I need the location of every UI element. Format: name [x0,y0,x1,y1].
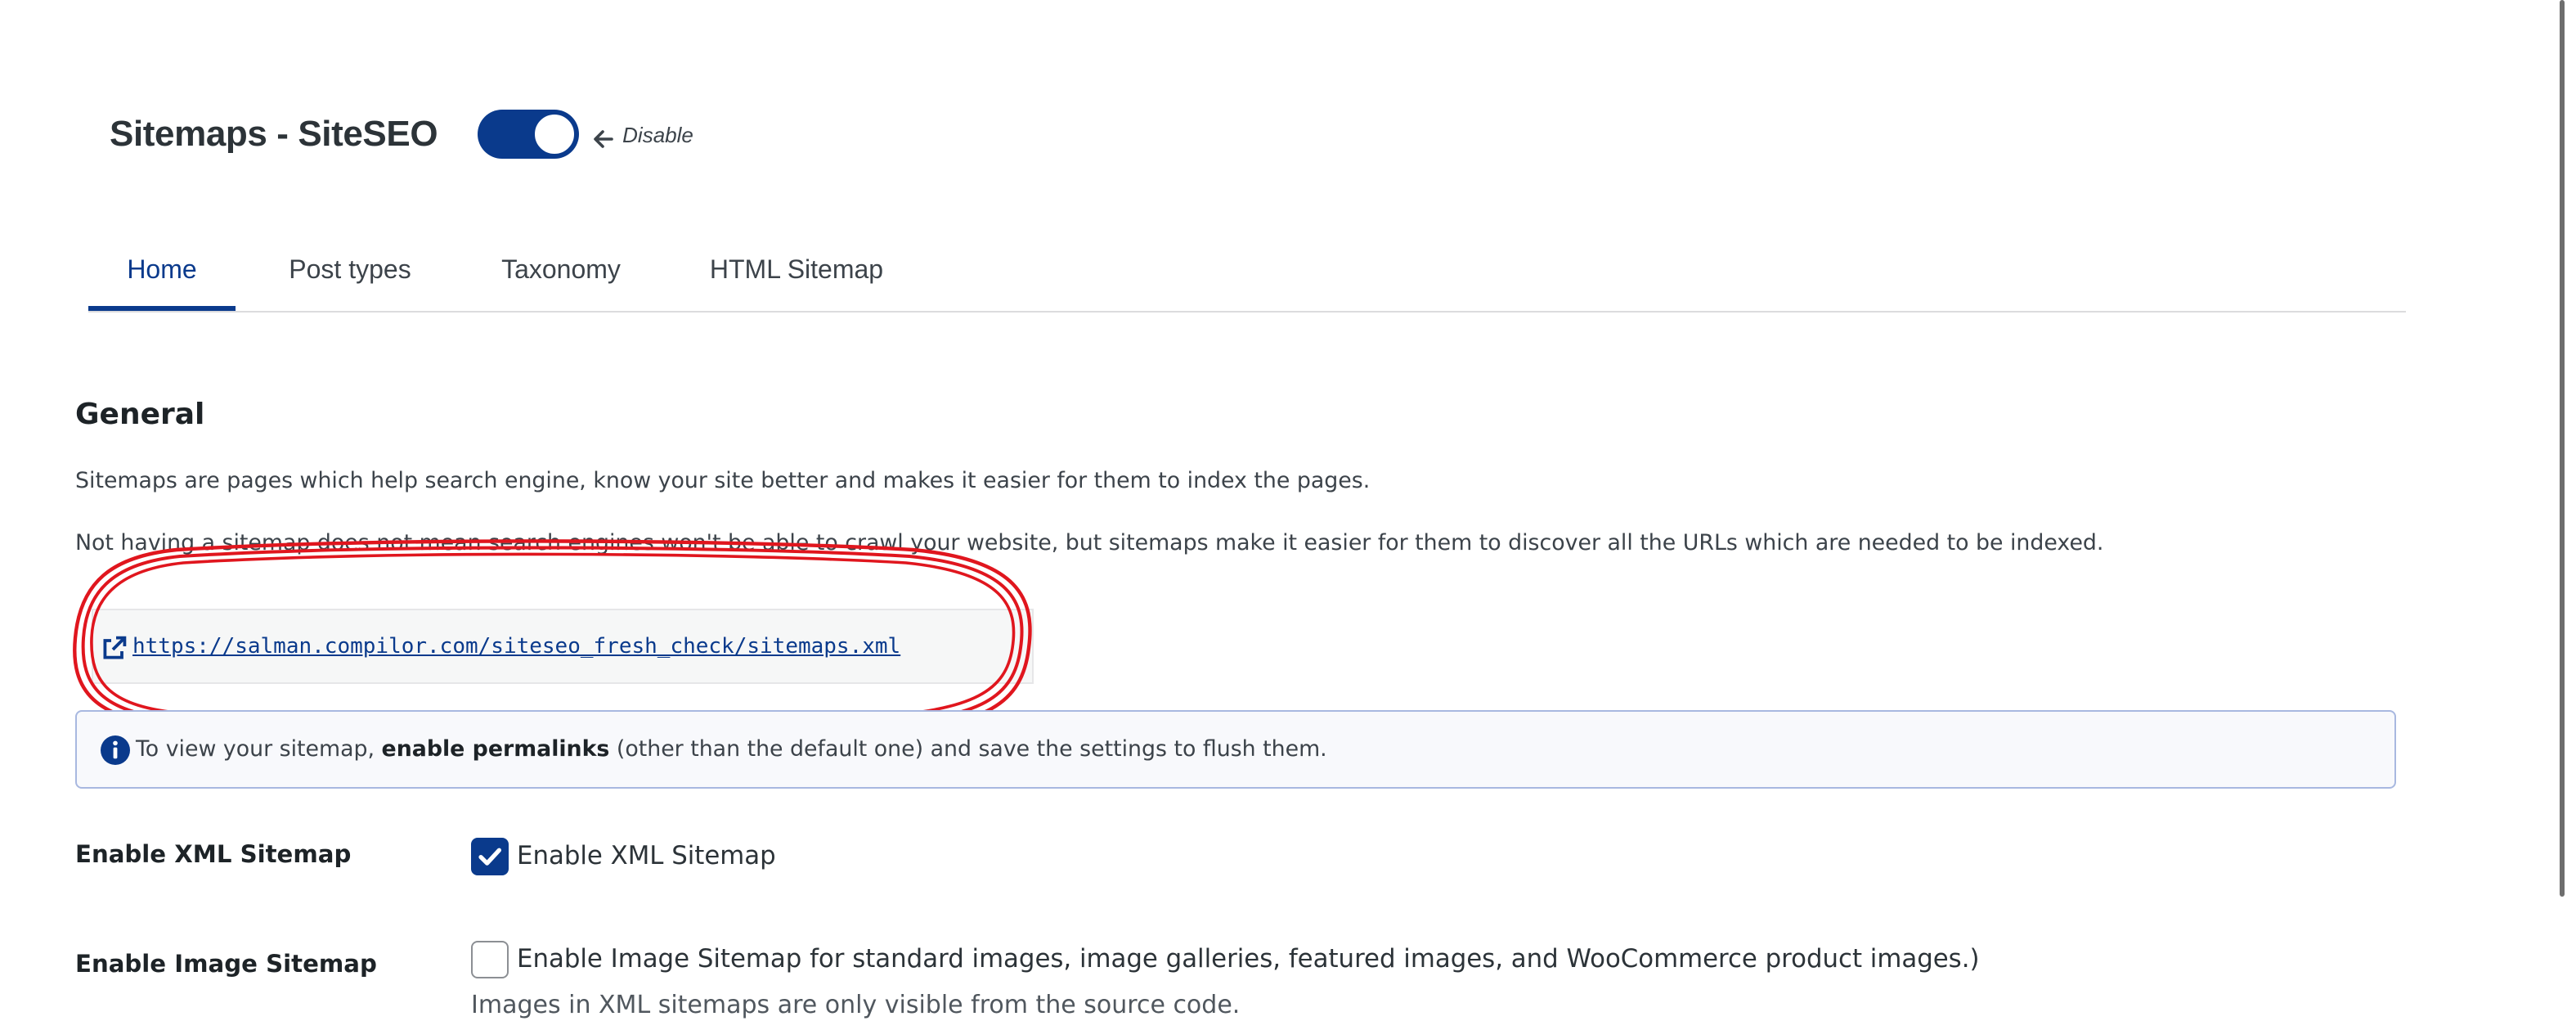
image-sitemap-checkbox-label[interactable]: Enable Image Sitemap for standard images… [517,944,1980,974]
tab-post-types[interactable]: Post types [236,232,464,311]
page-header: Sitemaps - SiteSEO Disable [110,105,693,164]
notice-text-after: (other than the default one) and save th… [609,737,1327,762]
tab-html-sitemap[interactable]: HTML Sitemap [657,232,936,311]
sitemaps-settings-page: Sitemaps - SiteSEO Disable Home Post typ… [0,0,2576,1021]
permalinks-notice: To view your sitemap, enable permalinks … [75,710,2396,789]
tab-home[interactable]: Home [88,232,236,311]
xml-sitemap-checkbox[interactable] [471,838,509,875]
toggle-knob [531,111,577,157]
image-sitemap-setting-label: Enable Image Sitemap [75,951,377,978]
tab-taxonomy[interactable]: Taxonomy [464,232,657,311]
notice-text-bold: enable permalinks [381,737,610,762]
checkmark-icon [478,848,501,866]
image-sitemap-checkbox[interactable] [471,941,509,978]
notice-text-before: To view your sitemap, [136,737,382,762]
general-description-1: Sitemaps are pages which help search eng… [75,470,1371,494]
toggle-status-label: Disable [622,122,693,146]
page-scrollbar[interactable] [2560,0,2565,897]
image-sitemap-help-text: Images in XML sitemaps are only visible … [471,990,1241,1019]
general-section-title: General [75,398,205,432]
sitemaps-toggle[interactable] [477,110,579,159]
info-icon [101,735,130,764]
sitemap-url-link[interactable]: https://salman.compilor.com/siteseo_fres… [132,634,900,659]
notice-text: To view your sitemap, enable permalinks … [136,737,1327,762]
xml-sitemap-setting-label: Enable XML Sitemap [75,841,352,869]
page-title: Sitemaps - SiteSEO [110,113,438,154]
arrow-left-icon [593,130,613,148]
sitemap-link-box: https://salman.compilor.com/siteseo_fres… [92,609,1034,684]
xml-sitemap-checkbox-label[interactable]: Enable XML Sitemap [517,841,776,870]
general-description-2: Not having a sitemap does not mean searc… [75,532,2104,556]
settings-tabs: Home Post types Taxonomy HTML Sitemap [88,232,2406,313]
external-link-icon [103,635,127,659]
